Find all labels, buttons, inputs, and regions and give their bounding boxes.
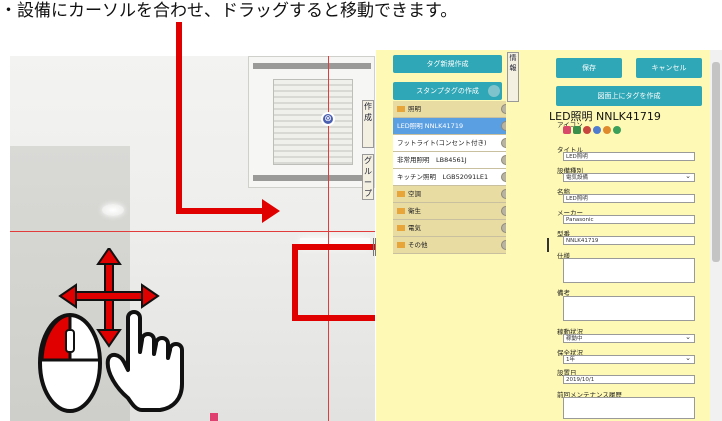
list-item-label: 空調: [408, 190, 421, 198]
crosshair-horizontal: [10, 231, 375, 232]
move-arrows-icon: [38, 246, 184, 413]
title-field[interactable]: LED照明: [563, 152, 695, 161]
aircon-vent: [253, 63, 371, 69]
list-item[interactable]: フットライト(コンセント付き): [393, 135, 513, 152]
list-item-label: 照明: [408, 105, 421, 113]
drag-gesture-illustration: [28, 246, 208, 421]
instruction-caption: ・設備にカーソルを合わせ、ドラッグすると移動できます。: [0, 1, 458, 21]
list-item-label: その他: [408, 241, 428, 249]
list-item-label: 電気: [408, 224, 421, 232]
note-textarea[interactable]: [563, 296, 695, 321]
icon-swatch[interactable]: [583, 126, 591, 134]
gear-icon[interactable]: [488, 85, 500, 97]
highlight-box: [292, 244, 375, 321]
folder-icon: [397, 106, 405, 112]
list-item[interactable]: キッチン照明 LGB52091LE1: [393, 169, 513, 186]
tag-marker-icon[interactable]: ⊗: [321, 112, 335, 126]
tab-info[interactable]: 情報: [507, 52, 519, 102]
crosshair-vertical: [328, 56, 329, 421]
aircon-vent: [253, 175, 371, 181]
install-date-field[interactable]: 2019/10/1: [563, 375, 695, 384]
create-stamp-tag-label: スタンプタグの作成: [416, 87, 479, 95]
folder-icon: [397, 191, 405, 197]
folder-row-other[interactable]: その他: [393, 237, 513, 254]
annotation-arrow-head-icon: [262, 199, 280, 223]
icon-swatch[interactable]: [573, 126, 581, 134]
new-tag-button[interactable]: タグ新規作成: [393, 55, 502, 73]
mouse-icon: [38, 313, 102, 413]
stamp-tag-list: 照明 LED照明 NNLK41719 フットライト(コンセント付き) 非常用照明…: [393, 101, 513, 254]
folder-icon: [397, 242, 405, 248]
annotation-arrow-shaft: [176, 208, 264, 214]
list-item-label: 衛生: [408, 207, 421, 215]
list-item-label: キッチン照明 LGB52091LE1: [397, 173, 489, 181]
equipment-type-select[interactable]: 電気設備: [563, 172, 695, 182]
folder-row-electric[interactable]: 電気: [393, 220, 513, 237]
list-item-label: 非常用照明 LB84561J: [397, 156, 467, 164]
folder-row-sanitary[interactable]: 衛生: [393, 203, 513, 220]
folder-row-lighting[interactable]: 照明: [393, 101, 513, 118]
name-field[interactable]: LED照明: [563, 194, 695, 203]
maintenance-textarea[interactable]: [563, 397, 695, 419]
folder-row-hvac[interactable]: 空調: [393, 186, 513, 203]
cancel-button[interactable]: キャンセル: [636, 58, 702, 78]
create-tag-on-plan-button[interactable]: 図面上にタグを作成: [556, 86, 702, 106]
spec-textarea[interactable]: [563, 258, 695, 283]
tab-group[interactable]: グループ: [362, 154, 374, 200]
maker-field[interactable]: Panasonic: [563, 215, 695, 224]
air-conditioner-unit: [248, 56, 375, 188]
icon-swatch[interactable]: [603, 126, 611, 134]
icon-swatch[interactable]: [563, 126, 571, 134]
icon-swatch[interactable]: [593, 126, 601, 134]
list-item-label: LED照明 NNLK41719: [397, 122, 464, 130]
tab-create[interactable]: 作成: [362, 100, 374, 148]
small-tag-marker[interactable]: [210, 413, 218, 421]
text-caret: [547, 238, 549, 252]
scrollbar-thumb[interactable]: [712, 62, 720, 262]
hand-icon: [105, 310, 184, 412]
list-item[interactable]: 非常用照明 LB84561J: [393, 152, 513, 169]
list-item-label: フットライト(コンセント付き): [397, 139, 487, 147]
aircon-grille: [273, 79, 353, 165]
warranty-select[interactable]: 1年: [563, 354, 695, 364]
downlight: [102, 204, 124, 216]
save-button[interactable]: 保存: [556, 58, 622, 78]
icon-color-picker[interactable]: [563, 126, 623, 136]
list-item[interactable]: LED照明 NNLK41719: [393, 118, 513, 135]
status-select[interactable]: 稼動中: [563, 333, 695, 343]
model-field[interactable]: NNLK41719: [563, 236, 695, 245]
folder-icon: [397, 225, 405, 231]
icon-swatch[interactable]: [613, 126, 621, 134]
folder-icon: [397, 208, 405, 214]
create-stamp-tag-button[interactable]: スタンプタグの作成: [393, 82, 502, 100]
annotation-arrow-shaft: [176, 22, 182, 214]
